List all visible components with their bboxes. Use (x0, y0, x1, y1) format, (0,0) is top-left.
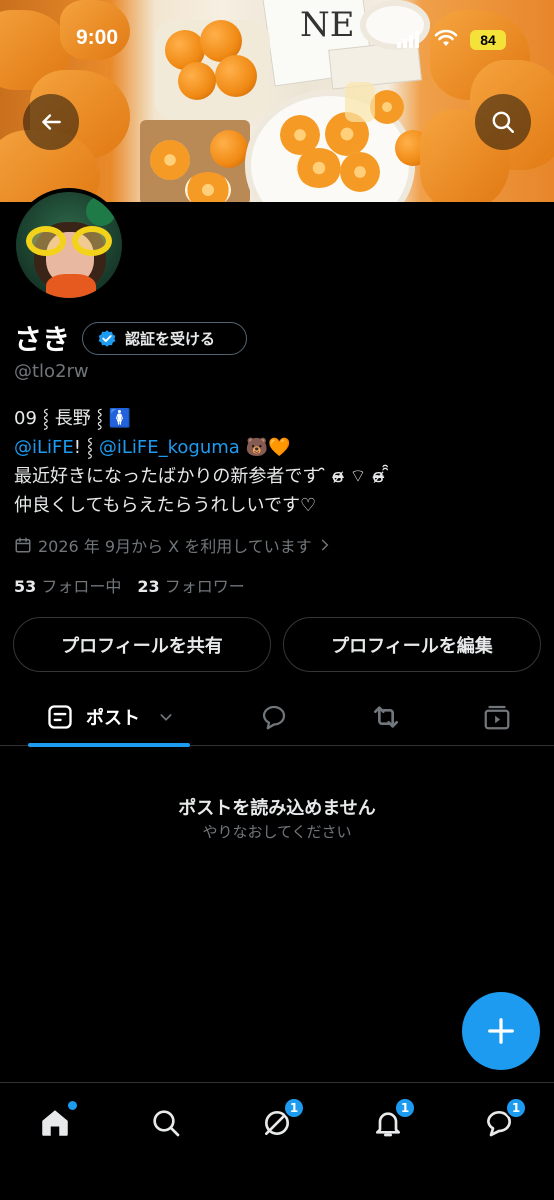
joined-date-text: 2026 年 9月から X を利用しています (38, 537, 312, 556)
get-verified-button[interactable]: 認証を受ける (82, 322, 247, 355)
empty-state-title: ポストを読み込めません (178, 798, 376, 819)
avatar-photo (16, 192, 122, 298)
following-label: フォロー中 (41, 577, 122, 596)
plus-icon (488, 1018, 514, 1044)
bio-line-3: 最近好きになったばかりの新参者です ̑̑ ɞ̴̶̷ ⌔ ɞ̴̶̷ ̑̑ (14, 466, 390, 487)
followers-link[interactable]: 23 フォロワー (137, 573, 244, 597)
profile-handle: @tlo2rw (14, 361, 89, 382)
repost-icon (374, 706, 398, 728)
nav-home[interactable] (33, 1101, 77, 1145)
video-icon (484, 705, 510, 730)
search-icon (153, 1110, 180, 1137)
get-verified-label: 認証を受ける (125, 330, 216, 348)
tab-posts-label: ポスト (86, 708, 140, 729)
grok-badge: 1 (283, 1097, 305, 1119)
edit-profile-button[interactable]: プロフィールを編集 (283, 617, 541, 672)
cellular-signal-icon (397, 30, 419, 48)
nav-search[interactable] (144, 1101, 188, 1145)
status-bar: 9:00 84 (0, 26, 554, 56)
nav-messages[interactable]: 1 (477, 1097, 527, 1145)
home-unread-dot (68, 1101, 77, 1110)
profile-bio: 09 ⸾ 長野 ⸾ 🚺 @iLiFE! ⸾ @iLiFE_koguma 🐻🧡 最… (14, 404, 534, 520)
chevron-down-icon[interactable] (158, 709, 174, 725)
bio-line-4: 仲良くしてもらえたらうれしいです♡ (14, 495, 317, 516)
nav-notifications[interactable]: 1 (366, 1097, 416, 1145)
profile-tabs: ポスト (0, 688, 554, 747)
share-profile-button[interactable]: プロフィールを共有 (13, 617, 271, 672)
tab-reposts[interactable] (369, 700, 403, 734)
empty-state-subtitle: やりなおしてください (202, 823, 352, 841)
calendar-icon (15, 537, 31, 553)
home-icon (42, 1110, 68, 1136)
status-time: 9:00 (76, 26, 119, 49)
mention-link-ilife-koguma[interactable]: @iLiFE_koguma (99, 437, 240, 458)
tab-media[interactable] (480, 700, 514, 734)
followers-count: 23 (137, 577, 160, 596)
posts-icon (48, 705, 72, 729)
following-link[interactable]: 53 フォロー中 (14, 573, 121, 597)
bio-emoji: 🐻🧡 (239, 437, 291, 458)
reply-bubble-icon (262, 705, 286, 730)
messages-badge: 1 (505, 1097, 527, 1119)
notifications-badge: 1 (394, 1097, 416, 1119)
active-tab-indicator (28, 743, 190, 747)
avatar[interactable] (12, 188, 126, 302)
arrow-left-icon (42, 114, 61, 130)
mention-link-ilife[interactable]: @iLiFE (14, 437, 74, 458)
bio-separator: ! ⸾ (73, 437, 99, 458)
wifi-icon (434, 29, 458, 46)
profile-name: さき (14, 323, 71, 356)
nav-grok[interactable]: 1 (255, 1097, 305, 1145)
joined-date-row[interactable]: 2026 年 9月から X を利用しています (14, 533, 332, 557)
tab-replies[interactable] (257, 700, 291, 734)
bio-line-1: 09 ⸾ 長野 ⸾ 🚺 (14, 408, 132, 429)
search-icon (492, 111, 514, 133)
following-count: 53 (14, 577, 37, 596)
follow-stats: 53 フォロー中 23 フォロワー (14, 573, 245, 597)
battery-indicator: 84 (470, 30, 506, 50)
search-button[interactable] (475, 94, 531, 150)
verified-badge-icon (98, 329, 116, 347)
bottom-navigation: 1 1 1 (0, 1082, 554, 1200)
compose-post-button[interactable] (462, 992, 540, 1070)
back-button[interactable] (23, 94, 79, 150)
followers-label: フォロワー (164, 577, 245, 596)
bio-line-2: @iLiFE! ⸾ @iLiFE_koguma 🐻🧡 (14, 433, 534, 462)
chevron-right-icon (321, 539, 329, 551)
tab-posts[interactable]: ポスト (28, 688, 190, 747)
